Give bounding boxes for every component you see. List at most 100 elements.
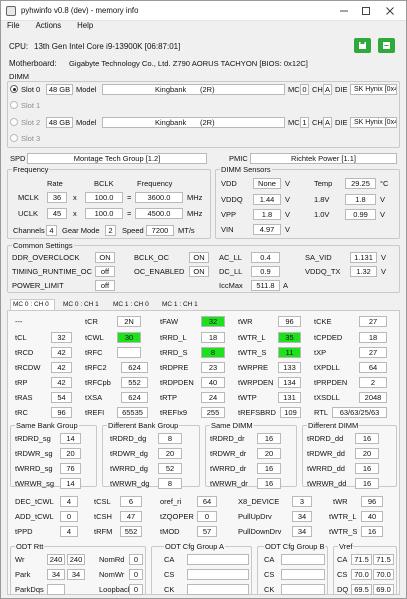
trdwr-dr-value: 20	[257, 448, 281, 459]
tab-mc0-ch1[interactable]: MC 0 : CH 1	[63, 300, 99, 309]
odt-wr-label: Wr	[15, 555, 25, 564]
vref-ca-b: 71.5	[373, 554, 394, 565]
x8-device-value: 3	[292, 496, 312, 507]
trdwr-sg-value: 20	[60, 448, 81, 459]
title-bar: pyhwinfo v0.8 (dev) - memory info	[1, 1, 406, 21]
gear-mode-label: Gear Mode	[62, 226, 100, 235]
temp-label: Temp	[314, 179, 333, 188]
twtr-s-label: tWTR_S	[238, 348, 267, 357]
tab-mc1-ch1[interactable]: MC 1 : CH 1	[162, 300, 198, 309]
vref-dq-label: DQ	[337, 585, 349, 594]
sa-vid-value: 1.131	[350, 252, 377, 263]
odt-rtt-title: ODT Rtt	[15, 542, 45, 551]
odt-park-label: Park	[15, 570, 31, 579]
tcsl-value: 6	[120, 496, 142, 507]
save-button[interactable]	[354, 38, 371, 53]
sensors-title: DIMM Sensors	[220, 165, 272, 174]
export-button[interactable]	[378, 38, 395, 53]
tab-mc1-ch0[interactable]: MC 1 : CH 0	[113, 300, 149, 309]
vin-value: 4.97	[253, 224, 281, 235]
twrrd-dg-value: 52	[158, 463, 182, 474]
trefsbrd-label: tREFSBRD	[238, 408, 276, 417]
vref-ca-a: 71.5	[351, 554, 372, 565]
trefi-label: tREFI	[85, 408, 105, 417]
odt-wr-b: 240	[67, 554, 85, 565]
tras-value: 54	[51, 392, 72, 403]
menu-actions[interactable]: Actions	[36, 21, 62, 30]
trrd-s-value: 8	[201, 347, 225, 358]
trcd-value: 42	[51, 347, 72, 358]
trcdw-label: tRCDW	[15, 363, 41, 372]
tcpded-label: tCPDED	[314, 333, 343, 342]
odt-parkdqs-label: ParkDqs	[15, 585, 44, 594]
slot-0-radio[interactable]	[10, 85, 18, 93]
speed-unit: MT/s	[178, 226, 195, 235]
slot-2-die-label: DIE	[335, 118, 348, 127]
sa-vid-label: SA_VID	[305, 253, 332, 262]
slot-2-mc: 1	[300, 117, 309, 128]
oref-ri-label: oref_ri	[160, 497, 182, 506]
maximize-icon[interactable]	[361, 7, 371, 15]
oc-enabled-label: OC_ENABLED	[134, 267, 185, 276]
odt-parkdqs-a	[47, 584, 65, 595]
mclk-unit: MHz	[187, 193, 203, 202]
trfc-label: tRFC	[85, 348, 103, 357]
twrwr-dg-label: tWRWR_dg	[110, 479, 150, 488]
menu-file[interactable]: File	[7, 21, 20, 30]
slot-3-label: Slot 3	[21, 134, 41, 143]
tmod-label: tMOD	[160, 527, 180, 536]
trdpden-label: tRDPDEN	[160, 378, 194, 387]
v18-unit: V	[380, 195, 386, 204]
tcpded-value: 18	[359, 332, 387, 343]
channels-label: Channels	[13, 226, 45, 235]
gear-mode-value: 2	[105, 225, 116, 236]
temp-value: 29.25	[345, 178, 376, 189]
menu-help[interactable]: Help	[77, 21, 93, 30]
slot-3-radio[interactable]	[10, 134, 18, 142]
slot-2-radio[interactable]	[10, 118, 18, 126]
tfaw-label: tFAW	[160, 317, 179, 326]
iccmax-unit: A	[283, 281, 289, 290]
uclk-bclk: 100.0	[85, 208, 123, 219]
twr-value: 96	[278, 316, 301, 327]
pmic-label: PMIC	[229, 154, 248, 163]
twrrd-dr-label: tWRRD_dr	[210, 464, 247, 473]
add-tcwl-label: ADD_tCWL	[15, 512, 54, 521]
slot-2-size: 48 GB	[46, 117, 73, 128]
menu-bar: File Actions Help	[1, 21, 406, 34]
twrwr-dd-label: tWRWR_dd	[307, 479, 347, 488]
trdwr-dd-value: 20	[355, 448, 379, 459]
twtp-label: tWTP	[238, 393, 257, 402]
uclk-unit: MHz	[187, 209, 203, 218]
tprpden-label: tPRPDEN	[314, 378, 348, 387]
ddr-overclock-value: ON	[95, 252, 115, 263]
misc-twtr-l-value: 40	[361, 511, 383, 522]
slot-2-ch-label: CH	[312, 118, 323, 127]
odt-b-ca-value	[281, 554, 325, 565]
minimize-icon[interactable]	[339, 7, 349, 15]
close-icon[interactable]	[385, 7, 395, 15]
vref-ca-label: CA	[337, 555, 348, 564]
v10-unit: V	[380, 210, 386, 219]
misc-twr-label: tWR	[333, 497, 348, 506]
iccmax-value: 511.8	[251, 280, 280, 291]
diff-dimm-title: Different DIMM	[307, 421, 360, 430]
freq-header-freq: Frequency	[137, 179, 173, 188]
odt-park-b: 34	[67, 569, 85, 580]
trcdw-value: 42	[51, 362, 72, 373]
slot-1-radio[interactable]	[10, 101, 18, 109]
mclk-bclk: 100.0	[85, 192, 123, 203]
twrwr-dd-value: 16	[355, 478, 379, 489]
slot-2-mc-label: MC	[288, 118, 300, 127]
twrpre-value: 133	[278, 362, 301, 373]
same-dimm-title: Same DIMM	[210, 421, 254, 430]
misc-twr-value: 96	[361, 496, 383, 507]
slot-0-ranks: (2R)	[200, 85, 215, 94]
rtl-label: RTL	[314, 408, 329, 417]
tcl-label: tCL	[15, 333, 27, 342]
bclk-oc-value: ON	[189, 252, 209, 263]
v10-value: 0.99	[345, 209, 376, 220]
trfc-value	[117, 347, 141, 358]
odt-a-ck-label: CK	[164, 585, 175, 594]
vpp-value: 1.8	[253, 209, 281, 220]
